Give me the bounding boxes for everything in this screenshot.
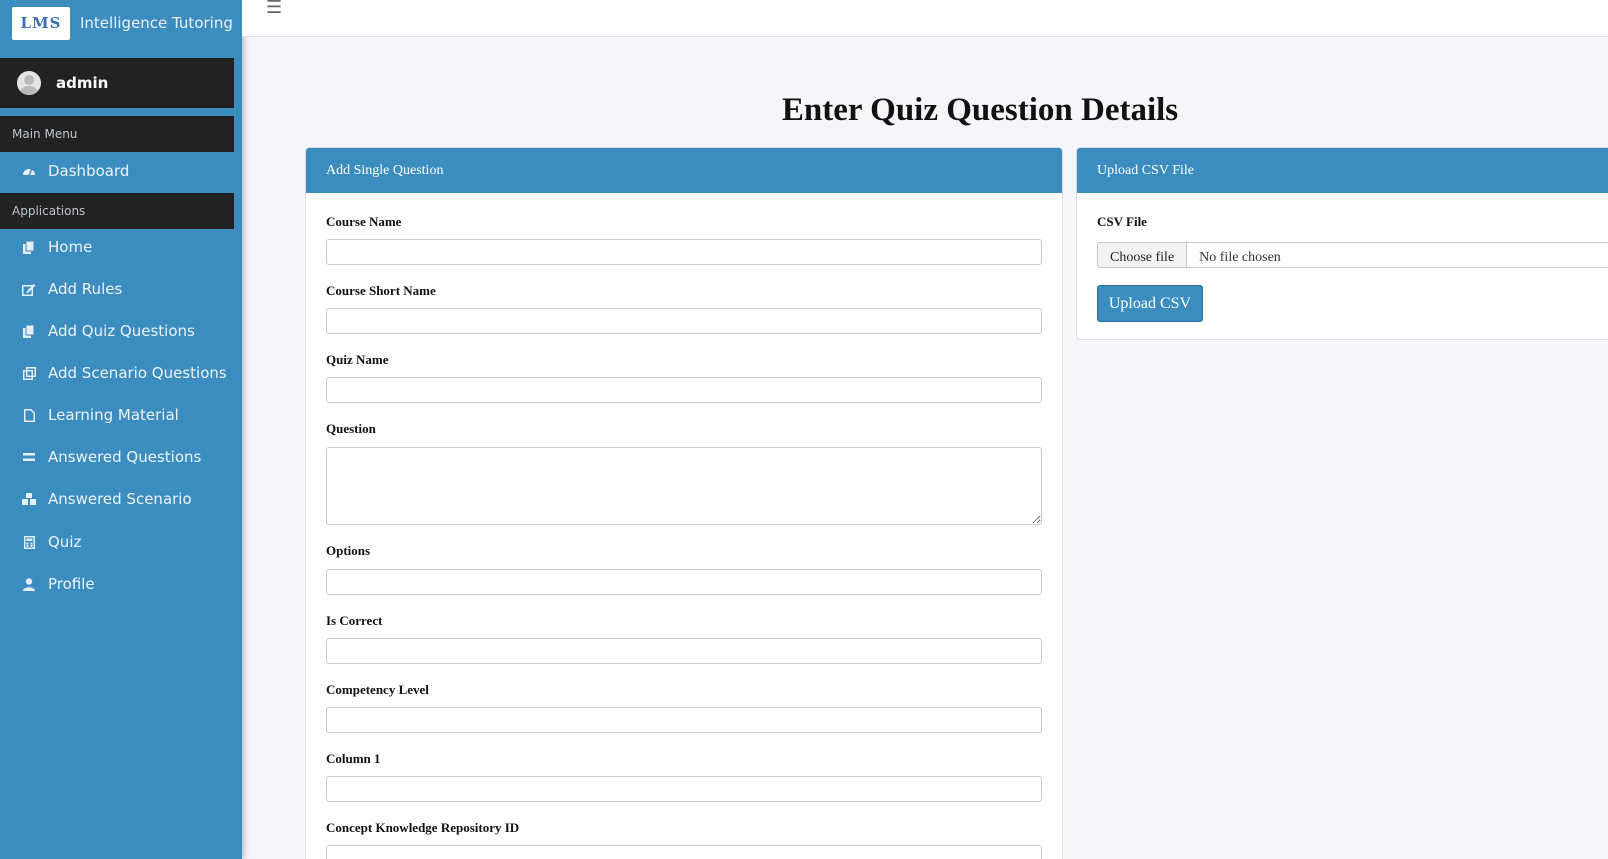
column-1-label: Column 1 (326, 751, 381, 766)
sidebar-item-answered-scenario[interactable]: Answered Scenario (0, 479, 234, 519)
competency-level-field[interactable] (326, 707, 1042, 733)
file-status-text: No file chosen (1199, 250, 1281, 265)
concept-repository-id-field[interactable] (326, 845, 1042, 859)
cubes-icon (22, 492, 36, 506)
sidebar-item-label: Add Quiz Questions (48, 322, 195, 340)
user-panel[interactable]: admin (0, 58, 234, 108)
question-label: Question (326, 421, 376, 436)
copy-icon (22, 240, 36, 254)
sidebar-item-label: Quiz (48, 533, 82, 551)
column-1-field[interactable] (326, 776, 1042, 802)
is-correct-label: Is Correct (326, 613, 383, 628)
sidebar-item-add-scenario-questions[interactable]: Add Scenario Questions (0, 353, 234, 393)
course-name-label: Course Name (326, 214, 402, 229)
top-navbar: ☰ (242, 0, 1608, 37)
sidebar-item-add-rules[interactable]: Add Rules (0, 269, 234, 309)
choose-file-button[interactable]: Choose file (1098, 243, 1188, 267)
page-title: Enter Quiz Question Details (781, 92, 1179, 128)
csv-file-input[interactable]: Choose file No file chosen (1097, 242, 1608, 268)
hamburger-menu-icon[interactable]: ☰ (266, 0, 282, 17)
calculator-icon (22, 535, 36, 549)
concept-repository-id-label: Concept Knowledge Repository ID (326, 820, 520, 835)
dashboard-icon (22, 164, 36, 178)
quiz-name-label: Quiz Name (326, 352, 389, 367)
sidebar-item-label: Add Rules (48, 280, 123, 298)
csv-upload-card-header: Upload CSV File (1077, 148, 1608, 193)
sidebar-item-profile[interactable]: Profile (0, 564, 234, 604)
edit-icon (22, 282, 36, 296)
is-correct-field[interactable] (326, 638, 1042, 664)
file-icon (22, 408, 36, 422)
competency-level-label: Competency Level (326, 682, 429, 697)
menu-header-main: Main Menu (0, 116, 234, 152)
sidebar-item-label: Profile (48, 575, 95, 593)
sidebar-item-label: Home (48, 238, 93, 256)
brand-link[interactable]: LMS Intelligence Tutoring (0, 0, 242, 46)
user-icon (22, 577, 36, 591)
options-field[interactable] (326, 569, 1042, 595)
course-short-name-field[interactable] (326, 308, 1042, 334)
options-label: Options (326, 543, 371, 558)
user-avatar-icon (17, 71, 41, 95)
sidebar-item-answered-questions[interactable]: Answered Questions (0, 437, 234, 477)
sidebar-item-add-quiz-questions[interactable]: Add Quiz Questions (0, 311, 234, 351)
upload-csv-button[interactable]: Upload CSV (1097, 285, 1203, 322)
sidebar-item-learning-material[interactable]: Learning Material (0, 395, 234, 435)
user-name: admin (56, 74, 109, 92)
copy-icon (22, 324, 36, 338)
single-question-card-header: Add Single Question (306, 148, 1062, 193)
sidebar-item-label: Add Scenario Questions (48, 364, 227, 382)
brand-name: Intelligence Tutoring (80, 14, 233, 32)
sidebar-item-label: Answered Questions (48, 448, 202, 466)
menu-header-applications: Applications (0, 193, 234, 229)
question-textarea[interactable] (326, 447, 1042, 525)
equals-icon (22, 450, 36, 464)
csv-upload-card: Upload CSV File CSV File Choose file No … (1076, 147, 1608, 340)
csv-file-label: CSV File (1097, 214, 1147, 229)
clone-icon (22, 366, 36, 380)
brand-logo: LMS (12, 6, 70, 40)
single-question-card: Add Single Question Course Name Course S… (305, 147, 1063, 859)
sidebar: LMS Intelligence Tutoring admin Main Men… (0, 0, 242, 859)
sidebar-item-label: Learning Material (48, 406, 179, 424)
course-name-field[interactable] (326, 239, 1042, 265)
course-short-name-label: Course Short Name (326, 283, 436, 298)
sidebar-item-label: Dashboard (48, 162, 130, 180)
sidebar-item-label: Answered Scenario (48, 490, 192, 508)
sidebar-item-home[interactable]: Home (0, 227, 234, 267)
quiz-name-field[interactable] (326, 377, 1042, 403)
sidebar-item-dashboard[interactable]: Dashboard (0, 151, 234, 191)
sidebar-item-quiz[interactable]: Quiz (0, 522, 234, 562)
